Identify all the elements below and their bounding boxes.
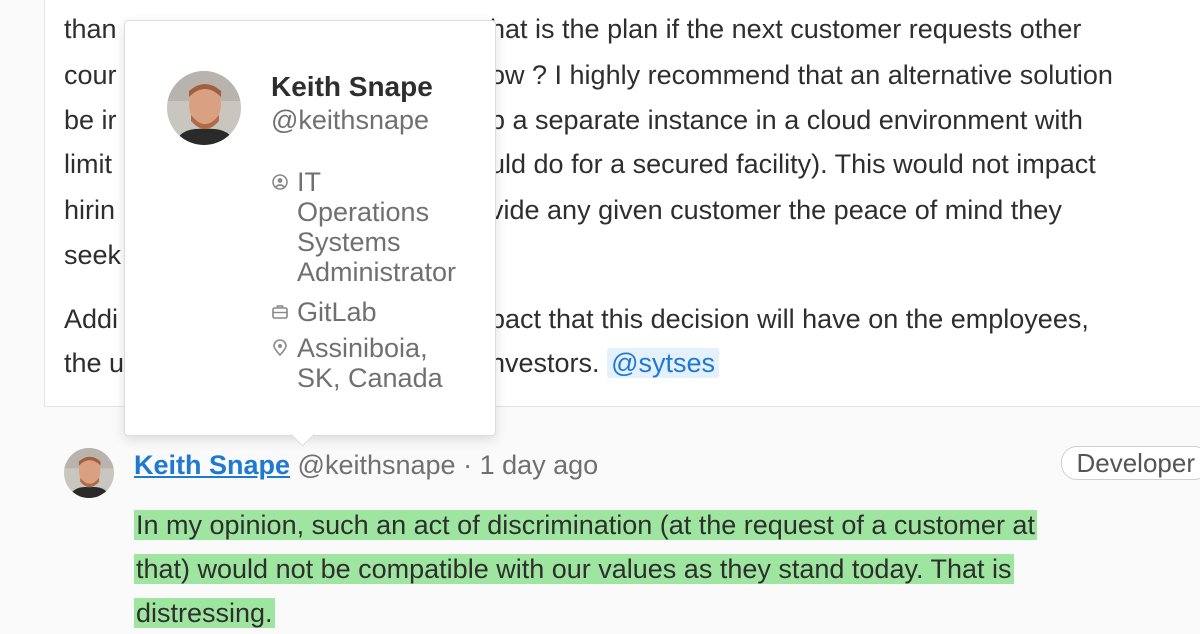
previous-comment-text: nvestors. [490,348,600,378]
comment-body-line: In my opinion, such an act of discrimina… [134,506,1037,544]
user-popover: Keith Snape @keithsnape IT Operations Sy… [124,20,496,436]
popover-user-handle: @keithsnape [271,105,430,135]
comment-body-line: that) would not be compatible with our v… [134,550,1014,588]
previous-comment-text-left: the u [64,348,125,378]
popover-organization: GitLab [271,297,377,327]
popover-user-name: Keith Snape [271,71,433,102]
previous-comment-line-last: nvestors. @sytses [490,346,719,380]
previous-comment-text-left: be ir [64,105,117,135]
role-icon [272,174,288,190]
highlighted-text: distressing. [134,598,275,628]
comment-author-handle[interactable]: @keithsnape [298,450,456,480]
popover-job-title: IT Operations Systems Administrator [271,167,456,287]
comment-header: Keith Snape @keithsnape · 1 day ago [134,450,598,481]
highlighted-text: that) would not be compatible with our v… [134,554,1014,584]
previous-comment-text-left: hirin [64,195,116,225]
briefcase-icon [272,305,288,319]
role-badge: Developer [1061,446,1200,480]
previous-comment-text: hat is the plan if the next customer req… [490,14,1082,44]
comment-timestamp[interactable]: 1 day ago [480,450,599,480]
location-text: Assiniboia, SK, Canada [297,333,443,393]
user-mention-link[interactable]: @sytses [607,348,719,378]
location-pin-icon [273,339,287,357]
previous-comment-text: ow ? I highly recommend that an alternat… [490,60,1113,90]
job-title-text: IT Operations Systems Administrator [297,167,457,287]
comment-author-name-link[interactable]: Keith Snape [134,450,290,480]
previous-comment-text: pact that this decision will have on the… [490,304,1089,334]
previous-comment-text-left: cour [64,60,117,90]
previous-comment-text-left: limit [64,149,112,179]
previous-comment-text-left: Addi [64,304,119,334]
comment-body-line: distressing. [134,594,275,632]
avatar-photo [64,448,114,498]
header-separator: · [455,450,480,480]
previous-comment-text: vide any given customer the peace of min… [490,195,1062,225]
previous-comment-text-left: seek [64,240,122,270]
highlighted-text: In my opinion, such an act of discrimina… [134,510,1037,540]
popover-location: Assiniboia, SK, Canada [271,333,443,393]
previous-comment-text: p a separate instance in a cloud environ… [490,105,1083,135]
organization-text: GitLab [297,297,377,327]
previous-comment-text: uld do for a secured facility). This wou… [490,149,1096,179]
issue-discussion-page: than cour be ir limit hirin seek Addi th… [0,0,1200,634]
avatar-photo [167,71,241,145]
popover-avatar[interactable] [167,71,241,145]
comment-author-avatar[interactable] [64,448,114,498]
previous-comment-text-left: than [64,14,117,44]
